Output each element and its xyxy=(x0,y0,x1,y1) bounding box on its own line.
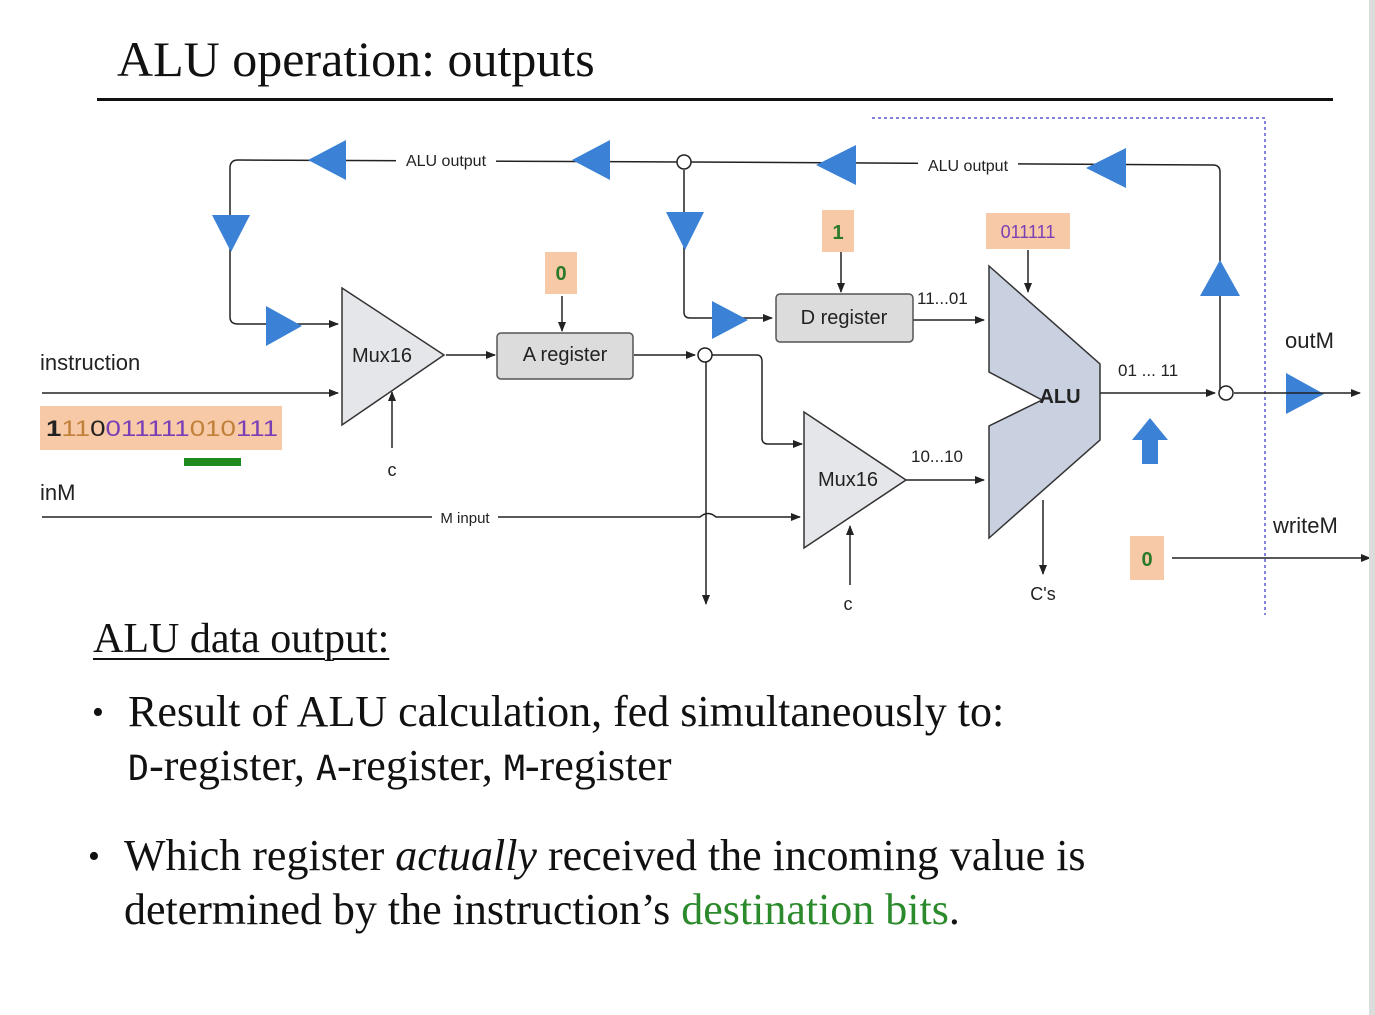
junction-top xyxy=(676,154,692,170)
slide-right-edge xyxy=(1369,0,1375,1015)
destination-bits-text: destination bits xyxy=(681,885,949,934)
inm-label: inM xyxy=(40,480,75,505)
bullet-1-line-1: Result of ALU calculation, fed simultane… xyxy=(128,687,1005,736)
bullet-2-line-1: Which register actually received the inc… xyxy=(124,831,1086,880)
bullet-2-dot: • xyxy=(88,838,100,875)
section-heading: ALU data output: xyxy=(93,616,390,662)
flow-arrow-left-3 xyxy=(816,145,856,185)
alu-highlight-arrow xyxy=(1132,418,1168,464)
flow-arrow-up xyxy=(1200,260,1240,296)
flow-arrow-down-2 xyxy=(666,212,704,250)
bullet-1-line-2: D-register, A-register, M-register xyxy=(128,741,672,790)
code-m: M xyxy=(503,749,525,789)
flow-arrow-right-1 xyxy=(266,306,302,346)
mux2-to-alu-label: 10...10 xyxy=(911,447,963,466)
outm-label: outM xyxy=(1285,328,1334,353)
writem-value: 0 xyxy=(1141,549,1152,571)
m-input-label: M input xyxy=(440,510,490,527)
bullet-2-line-2: determined by the instruction’s destinat… xyxy=(124,885,960,934)
instruction-bits: 1 11 0 011111 010 111 xyxy=(46,416,278,441)
destination-bits-marker xyxy=(184,458,241,466)
mux16-1-label: Mux16 xyxy=(352,345,412,367)
d-register-label: D register xyxy=(801,307,888,329)
cs-label: C's xyxy=(1030,584,1055,604)
writem-label: writeM xyxy=(1272,513,1338,538)
mux1-c-label: c xyxy=(388,460,397,480)
alu-out-label: 01 ... 11 xyxy=(1118,361,1178,380)
instruction-label: instruction xyxy=(40,350,140,375)
flow-arrow-left-4 xyxy=(1086,148,1126,188)
slide: ALU operation: outputs ALU output ALU ou… xyxy=(0,0,1375,1015)
flow-arrow-left-1 xyxy=(308,140,346,180)
d-load-value: 1 xyxy=(832,222,843,244)
alu-output-label-right: ALU output xyxy=(928,158,1009,175)
flow-arrows xyxy=(212,140,1324,464)
bullet-1-dot: • xyxy=(92,694,104,731)
code-d: D xyxy=(128,749,150,789)
junction-a xyxy=(697,347,713,363)
cpu-diagram: ALU output ALU output M input Mux16 A re… xyxy=(40,117,1371,615)
a-to-mux2-wire xyxy=(712,354,803,448)
a-register-label: A register xyxy=(523,344,608,366)
alu-output-label-left: ALU output xyxy=(406,153,487,170)
flow-arrow-right-2 xyxy=(712,301,748,339)
alu-label: ALU xyxy=(1039,386,1080,408)
a-load-value: 0 xyxy=(555,263,566,285)
flow-arrow-down-1 xyxy=(212,215,250,252)
inm-wire xyxy=(42,512,801,521)
code-a: A xyxy=(315,749,337,789)
junction-alu-out xyxy=(1218,385,1234,401)
flow-arrow-left-2 xyxy=(572,140,610,180)
mux2-c-label: c xyxy=(844,594,853,614)
alu-control-value: 011111 xyxy=(1001,222,1056,242)
mux16-2-label: Mux16 xyxy=(818,469,878,491)
d-to-alu-label: 11...01 xyxy=(917,289,968,308)
